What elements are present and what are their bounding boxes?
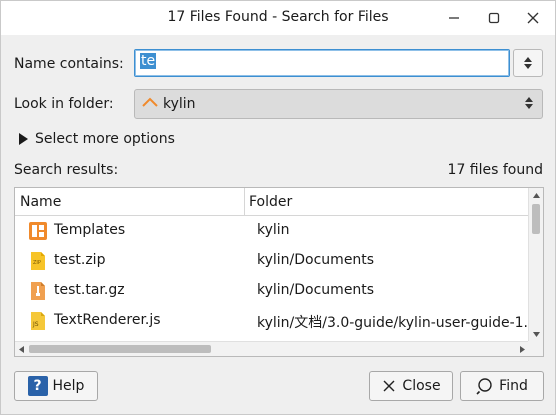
scroll-up-icon[interactable] [529,190,544,202]
templates-folder-icon [29,222,47,240]
result-row[interactable]: JS TextRenderer.js kylin/文档/3.0-guide/ky… [15,306,529,336]
name-history-dropdown[interactable] [513,49,543,77]
more-options-label: Select more options [35,131,175,147]
scroll-left-icon[interactable] [16,342,28,357]
close-button[interactable]: Close [369,371,453,401]
expand-triangle-icon [19,133,28,145]
js-file-icon: JS [31,312,45,330]
svg-text:ZIP: ZIP [33,260,41,266]
name-input-value: te [140,53,157,69]
search-results-label: Search results: [14,162,119,178]
column-header-folder[interactable]: Folder [249,194,292,210]
help-button-label: Help [52,378,85,394]
combo-arrows-icon [524,95,534,115]
horizontal-scroll-thumb[interactable] [29,345,211,353]
result-file-name: Templates [54,222,126,238]
files-found-count: 17 files found [447,162,543,178]
results-header: Name Folder [15,188,529,216]
column-header-name[interactable]: Name [20,194,61,210]
archive-file-icon [31,282,45,300]
select-more-options-toggle[interactable]: Select more options [19,131,175,147]
scroll-right-icon[interactable] [516,342,528,357]
find-button[interactable]: Find [460,371,544,401]
column-separator [244,188,245,216]
result-row[interactable]: Templates kylin [15,216,529,246]
look-in-folder-combo[interactable]: kylin [134,89,543,119]
minimize-button[interactable] [443,7,465,29]
result-row[interactable]: ZIP test.zip kylin/Documents [15,246,529,276]
result-folder: kylin/Documents [257,282,375,298]
look-in-folder-label: Look in folder: [14,96,114,112]
result-folder: kylin [257,222,290,238]
window-title: 17 Files Found - Search for Files [167,9,389,25]
horizontal-scrollbar[interactable] [15,341,529,356]
search-files-dialog: 17 Files Found - Search for Files Name c… [0,0,556,415]
help-button[interactable]: ? Help [14,371,98,401]
zip-file-icon: ZIP [31,252,45,270]
result-file-name: test.zip [54,252,106,268]
svg-text:JS: JS [32,321,39,328]
vertical-scrollbar[interactable] [528,188,543,342]
name-contains-input[interactable]: te [134,49,510,77]
result-folder: kylin/Documents [257,252,375,268]
find-button-label: Find [499,378,528,394]
result-file-name: test.tar.gz [54,282,125,298]
close-button-label: Close [402,378,441,394]
name-contains-label: Name contains: [14,56,124,72]
result-row[interactable]: test.tar.gz kylin/Documents [15,276,529,306]
result-file-name: TextRenderer.js [54,312,161,328]
folder-combo-value: kylin [163,96,196,112]
help-icon: ? [27,376,48,396]
home-folder-icon [142,97,158,107]
close-window-button[interactable] [522,7,544,29]
search-icon [476,378,492,395]
maximize-button[interactable] [483,7,505,29]
scroll-down-icon[interactable] [529,328,544,340]
up-down-arrows-icon [524,57,532,69]
search-results-list[interactable]: Name Folder Templates kylin ZIP test.zip… [14,187,544,357]
vertical-scroll-thumb[interactable] [532,204,540,234]
close-icon [383,380,395,392]
title-bar: 17 Files Found - Search for Files [1,1,555,35]
scrollbar-corner [528,341,543,356]
result-folder: kylin/文档/3.0-guide/kylin-user-guide-1.0 [257,315,529,331]
